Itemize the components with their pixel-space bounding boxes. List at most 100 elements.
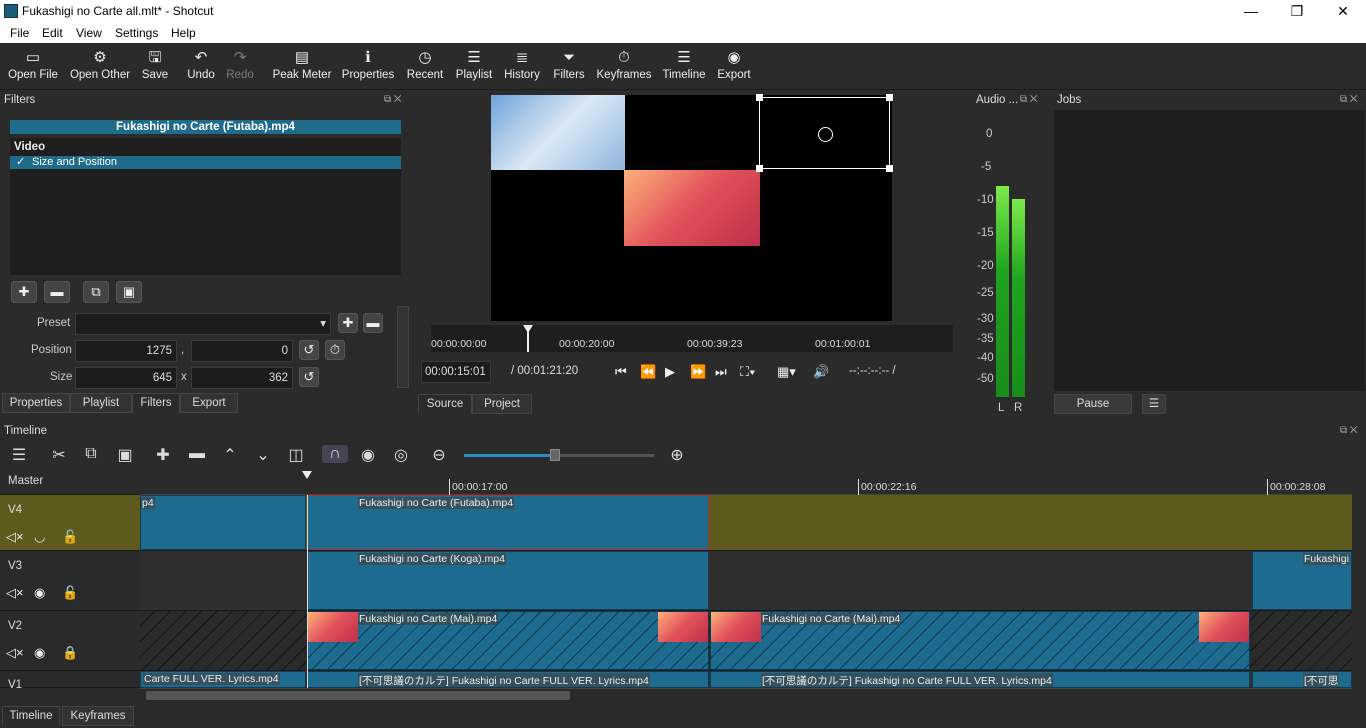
audio-dock-icon[interactable]: ⧉ ✕ [1020, 94, 1038, 105]
eye-icon[interactable]: ◉ [34, 585, 45, 601]
delete-preset-button[interactable]: ▬ [363, 313, 383, 333]
center-handle-icon[interactable] [818, 127, 833, 142]
jobs-dock-icon[interactable]: ⧉ ✕ [1340, 94, 1358, 105]
unlock-icon[interactable]: 🔓 [62, 585, 78, 601]
cut-icon[interactable]: ✂ [46, 445, 72, 465]
fast-forward-icon[interactable]: ⏩ [690, 364, 706, 380]
tab-export[interactable]: Export [180, 393, 238, 413]
player-ruler[interactable]: 00:00:00:00 00:00:20:00 00:00:39:23 00:0… [431, 325, 953, 352]
split-icon[interactable]: ◫ [283, 445, 309, 465]
size-height-field[interactable]: 362 [191, 367, 293, 389]
clip-v1-a[interactable]: Carte FULL VER. Lyrics.mp4 [140, 671, 306, 688]
preset-select[interactable]: ▾ [75, 313, 331, 335]
tab-playlist[interactable]: Playlist [70, 393, 132, 413]
timeline-tracks[interactable]: p4 Fukashigi no Carte (Futaba).mp4 Fukas… [140, 495, 1352, 688]
clip-v4-futaba[interactable]: Fukashigi no Carte (Futaba).mp4 [307, 495, 709, 550]
keyframes-button[interactable]: ⏱ Keyframes [596, 47, 652, 89]
filter-item-size-position[interactable]: ✓ Size and Position [10, 156, 401, 169]
remove-filter-button[interactable]: ▬ [44, 281, 70, 303]
timeline-ruler[interactable]: 00:00:17:00 00:00:22:16 00:00:28:08 [140, 471, 1352, 495]
paste-filters-icon[interactable]: ▣ [116, 281, 142, 303]
snap-magnet-icon[interactable]: ∩ [322, 445, 348, 463]
track-header-v3[interactable]: V3 ◁× ◉ 🔓 [0, 551, 140, 611]
timeline-playhead[interactable] [302, 471, 312, 479]
zoom-in-icon[interactable]: ⊕ [664, 445, 690, 465]
skip-to-end-icon[interactable]: ⏭ [715, 364, 727, 380]
restore-button[interactable]: ❐ [1274, 0, 1320, 23]
zoom-out-icon[interactable]: ⊖ [426, 445, 452, 465]
filters-scrollbar[interactable] [397, 306, 409, 388]
clip-v1-b[interactable]: [不可思議のカルテ] Fukashigi no Carte FULL VER. … [307, 671, 709, 688]
menu-settings[interactable]: Settings [115, 26, 158, 40]
peak-meter-button[interactable]: ▤ Peak Meter [272, 47, 332, 89]
timeline-button[interactable]: ☰ Timeline [662, 47, 706, 89]
position-x-field[interactable]: 1275 [75, 340, 177, 362]
dock-float-icon[interactable]: ⧉ ✕ [384, 94, 402, 105]
clip-v3-b[interactable]: Fukashigi [1252, 551, 1352, 610]
track-v1[interactable]: Carte FULL VER. Lyrics.mp4 [不可思議のカルテ] Fu… [140, 671, 1352, 688]
timeline-horizontal-scrollbar[interactable] [140, 688, 1352, 702]
close-button[interactable]: ✕ [1320, 0, 1366, 23]
video-viewer[interactable] [491, 94, 893, 321]
clip-v1-c[interactable]: [不可思議のカルテ] Fukashigi no Carte FULL VER. … [710, 671, 1250, 688]
minimize-button[interactable]: — [1228, 0, 1274, 23]
remove-icon[interactable]: ▬ [184, 445, 210, 463]
lock-icon[interactable]: 🔒 [62, 645, 78, 661]
tab-filters[interactable]: Filters [132, 393, 180, 413]
export-button[interactable]: ◉ Export [714, 47, 754, 89]
mute-icon[interactable]: ◁× [6, 585, 24, 601]
tab-source[interactable]: Source [418, 394, 472, 414]
hide-icon[interactable]: ◡ [34, 529, 45, 545]
clip-v4-a[interactable]: p4 [140, 495, 306, 550]
track-v3[interactable]: Fukashigi no Carte (Koga).mp4 Fukashigi [140, 551, 1352, 611]
play-icon[interactable]: ▶ [665, 364, 675, 380]
unlock-icon[interactable]: 🔓 [62, 529, 78, 545]
save-button[interactable]: 🖫 Save [140, 47, 170, 89]
volume-icon[interactable]: 🔊 [813, 364, 829, 380]
menu-help[interactable]: Help [171, 26, 196, 40]
zoom-fit-icon[interactable]: ⛶▾ [740, 364, 755, 380]
pause-jobs-button[interactable]: Pause [1054, 394, 1132, 414]
mute-icon[interactable]: ◁× [6, 529, 24, 545]
jobs-menu-icon[interactable]: ☰ [1142, 394, 1166, 414]
clip-v2-mai-a[interactable]: Fukashigi no Carte (Mai).mp4 [307, 611, 709, 670]
mute-icon[interactable]: ◁× [6, 645, 24, 661]
size-width-field[interactable]: 645 [75, 367, 177, 389]
timeline-dock-icon[interactable]: ⧉ ✕ [1340, 425, 1358, 436]
track-v4[interactable]: p4 Fukashigi no Carte (Futaba).mp4 [140, 495, 1352, 551]
menu-edit[interactable]: Edit [42, 26, 63, 40]
save-preset-button[interactable]: ✚ [338, 313, 358, 333]
open-file-button[interactable]: ▭ Open File [8, 47, 58, 89]
append-icon[interactable]: ✚ [150, 445, 176, 465]
position-y-field[interactable]: 0 [191, 340, 293, 362]
jobs-list[interactable] [1054, 110, 1365, 391]
track-header-v1[interactable]: V1 [0, 671, 140, 691]
timeline-menu-icon[interactable]: ☰ [6, 445, 32, 465]
timeline-vertical-scrollbar[interactable] [1352, 495, 1366, 688]
ripple-icon[interactable]: ◎ [388, 445, 414, 465]
filters-button[interactable]: ⏷ Filters [550, 47, 588, 89]
filter-list[interactable]: Video ✓ Size and Position [10, 138, 401, 275]
undo-button[interactable]: ↶ Undo [185, 47, 217, 89]
copy-icon[interactable]: ⧉ [78, 445, 104, 463]
redo-button[interactable]: ↷ Redo [224, 47, 256, 89]
track-header-v4[interactable]: V4 ◁× ◡ 🔓 [0, 495, 140, 551]
zoom-slider[interactable] [464, 449, 654, 461]
track-header-v2[interactable]: V2 ◁× ◉ 🔒 [0, 611, 140, 671]
open-other-button[interactable]: ⚙ Open Other [68, 47, 132, 89]
clip-v2-mai-b[interactable]: Fukashigi no Carte (Mai).mp4 [710, 611, 1250, 670]
recent-button[interactable]: ◷ Recent [404, 47, 446, 89]
eye-icon[interactable]: ◉ [34, 645, 45, 661]
tab-properties[interactable]: Properties [2, 393, 70, 413]
playlist-button[interactable]: ☰ Playlist [454, 47, 494, 89]
tab-timeline[interactable]: Timeline [2, 706, 60, 726]
tab-keyframes[interactable]: Keyframes [62, 706, 134, 726]
reset-position-icon[interactable]: ↺ [299, 340, 319, 360]
clip-v1-d[interactable]: [不可思 [1252, 671, 1352, 688]
size-position-handle-box[interactable] [756, 94, 893, 172]
grid-icon[interactable]: ▦▾ [777, 364, 796, 380]
current-time-field[interactable]: 00:00:15:01 [421, 361, 491, 383]
rewind-icon[interactable]: ⏪ [640, 364, 656, 380]
lift-icon[interactable]: ⌃ [217, 445, 243, 465]
scrub-eye-icon[interactable]: ◉ [355, 445, 381, 465]
